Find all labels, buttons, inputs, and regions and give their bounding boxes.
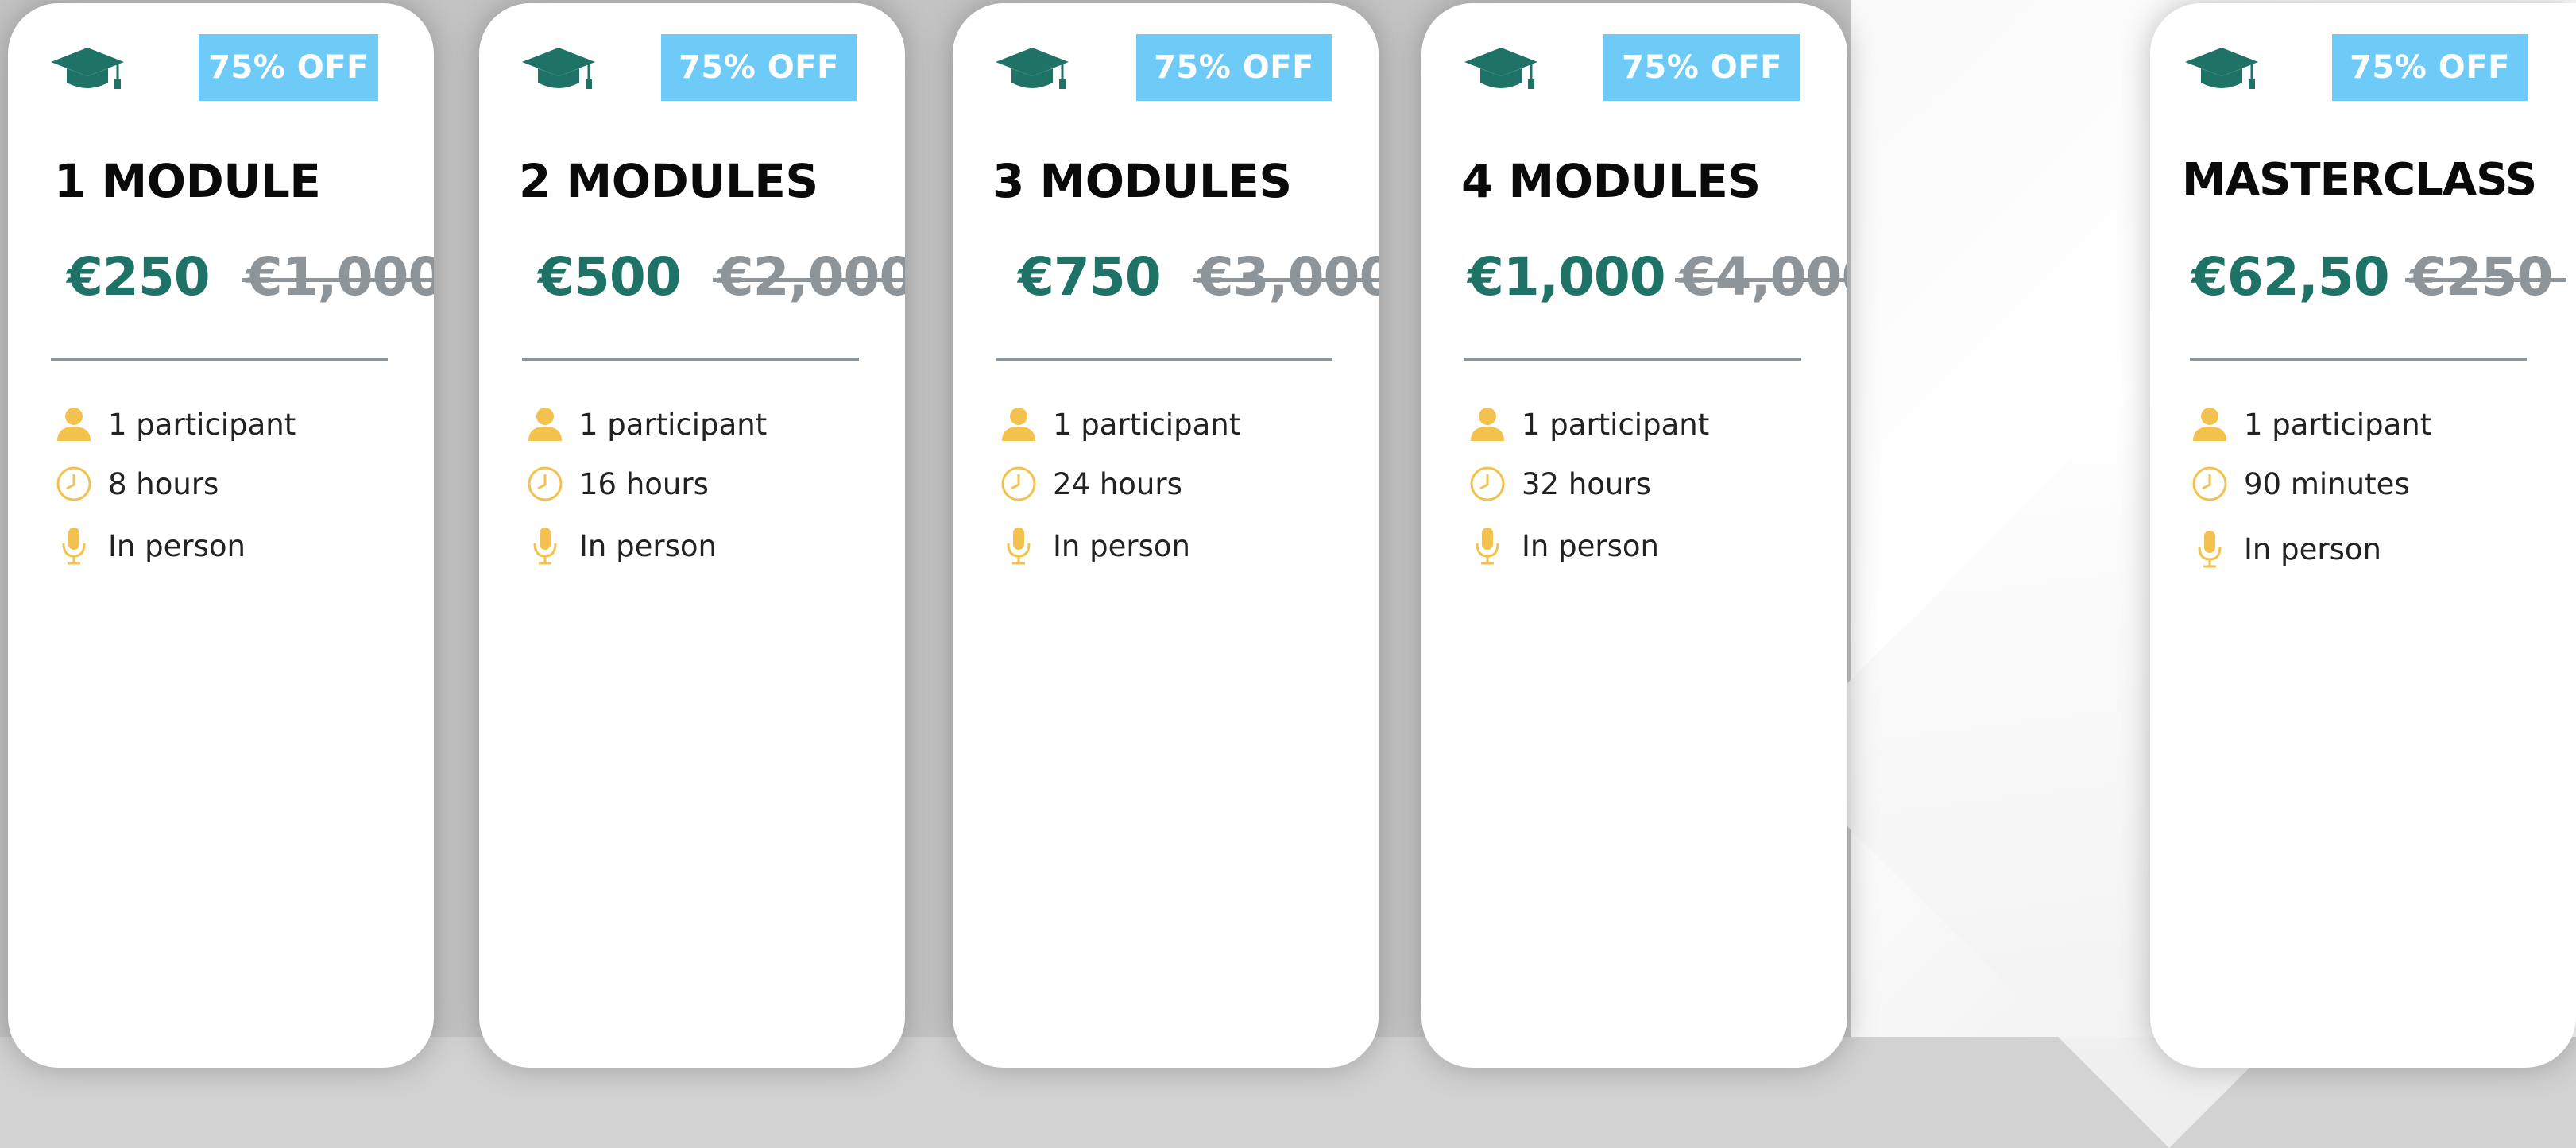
feature-format: In person (525, 526, 717, 566)
microphone-icon (1476, 528, 1499, 565)
current-price: €250 (67, 246, 211, 307)
feature-participants: 1 participant (2190, 404, 2431, 444)
clock-icon (1001, 466, 1036, 501)
original-price: €4,000 (1674, 246, 1847, 307)
divider (2190, 358, 2527, 361)
graduation-cap-icon (2185, 48, 2258, 89)
plan-title: MASTERCLASS (2182, 154, 2537, 206)
feature-participants: 1 participant (1468, 404, 1709, 444)
price-row: €250 €1,000 (67, 246, 434, 307)
microphone-icon (533, 528, 557, 565)
pricing-card-1-module[interactable]: 75% OFF 1 MODULE €250 €1,000 1 participa… (8, 3, 434, 1068)
discount-badge: 75% OFF (1603, 34, 1800, 101)
discount-badge: 75% OFF (1136, 34, 1332, 101)
plan-title: 4 MODULES (1461, 154, 1761, 208)
feature-label: 1 participant (579, 407, 768, 442)
feature-duration: 90 minutes (2190, 464, 2410, 504)
divider (996, 358, 1332, 361)
graduation-cap-icon (522, 48, 595, 89)
feature-duration: 32 hours (1468, 464, 1651, 504)
feature-format: In person (999, 526, 1190, 566)
feature-label: 1 participant (1522, 407, 1710, 442)
feature-label: In person (1522, 528, 1659, 563)
feature-label: 90 minutes (2244, 466, 2410, 501)
pricing-card-masterclass[interactable]: 75% OFF MASTERCLASS €62,50 €250 1 partic… (2150, 3, 2576, 1068)
divider (1464, 358, 1801, 361)
feature-participants: 1 participant (999, 404, 1240, 444)
price-row: €500 €2,000 (538, 246, 905, 307)
discount-badge: 75% OFF (2332, 34, 2528, 101)
original-price: €1,000 (241, 246, 434, 307)
price-row: €1,000 €4,000 (1468, 246, 1847, 307)
feature-label: 32 hours (1522, 466, 1651, 501)
feature-label: 16 hours (579, 466, 709, 501)
feature-participants: 1 participant (525, 404, 767, 444)
microphone-icon (1007, 528, 1031, 565)
microphone-icon (62, 528, 86, 565)
graduation-cap-icon (51, 48, 124, 89)
feature-label: In person (2244, 531, 2381, 566)
pricing-card-4-modules[interactable]: 75% OFF 4 MODULES €1,000 €4,000 1 partic… (1421, 3, 1847, 1068)
feature-duration: 16 hours (525, 464, 709, 504)
user-icon (1471, 408, 1504, 441)
divider (522, 358, 859, 361)
price-row: €750 €3,000 (1018, 246, 1379, 307)
graduation-cap-icon (1464, 48, 1537, 89)
feature-label: 1 participant (108, 407, 296, 442)
original-price: €250 (2404, 246, 2567, 307)
feature-label: In person (108, 528, 246, 563)
clock-icon (56, 466, 91, 501)
current-price: €750 (1018, 246, 1162, 307)
feature-format: In person (2190, 529, 2381, 569)
current-price: €62,50 (2191, 246, 2390, 307)
divider (51, 358, 388, 361)
clock-icon (2192, 466, 2227, 501)
graduation-cap-icon (996, 48, 1069, 89)
discount-badge: 75% OFF (199, 34, 378, 101)
original-price: €3,000 (1192, 246, 1379, 307)
feature-duration: 24 hours (999, 464, 1182, 504)
feature-duration: 8 hours (54, 464, 219, 504)
original-price: €2,000 (712, 246, 905, 307)
user-icon (2193, 408, 2226, 441)
plan-title: 2 MODULES (519, 154, 818, 208)
feature-label: 1 participant (2244, 407, 2432, 442)
feature-label: In person (579, 528, 717, 563)
user-icon (528, 408, 562, 441)
clock-icon (1470, 466, 1505, 501)
pricing-card-3-modules[interactable]: 75% OFF 3 MODULES €750 €3,000 1 particip… (953, 3, 1379, 1068)
microphone-icon (2198, 531, 2222, 568)
feature-format: In person (54, 526, 246, 566)
pricing-card-2-modules[interactable]: 75% OFF 2 MODULES €500 €2,000 1 particip… (479, 3, 905, 1068)
feature-label: 1 participant (1053, 407, 1241, 442)
price-row: €62,50 €250 (2191, 246, 2567, 307)
feature-label: 8 hours (108, 466, 219, 501)
feature-participants: 1 participant (54, 404, 296, 444)
feature-format: In person (1468, 526, 1659, 566)
current-price: €500 (538, 246, 682, 307)
discount-badge: 75% OFF (661, 34, 857, 101)
plan-title: 3 MODULES (992, 154, 1292, 208)
feature-label: In person (1053, 528, 1190, 563)
plan-title: 1 MODULE (54, 154, 321, 208)
user-icon (57, 408, 91, 441)
current-price: €1,000 (1468, 246, 1666, 307)
user-icon (1002, 408, 1035, 441)
clock-icon (528, 466, 563, 501)
feature-label: 24 hours (1053, 466, 1182, 501)
